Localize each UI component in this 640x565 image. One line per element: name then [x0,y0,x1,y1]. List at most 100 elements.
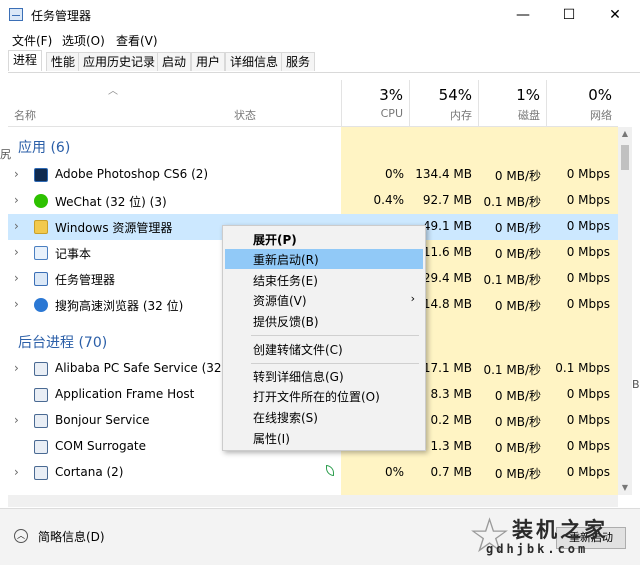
group-apps: 应用 (6) [8,131,618,161]
menu-options[interactable]: 选项(O) [62,32,105,49]
chevron-right-icon[interactable]: › [14,167,19,181]
vertical-scrollbar[interactable]: ▲ ▼ [618,127,632,495]
col-name[interactable]: 名称 [14,107,36,123]
group-background-title: 后台进程 (70) [18,335,108,351]
chevron-up-icon[interactable]: ︿ [14,529,28,543]
process-name: WeChat (32 位) (3) [55,195,167,209]
network-value: 0 Mbps [566,193,610,207]
network-value: 0 Mbps [566,167,610,181]
tab-users[interactable]: 用户 [191,52,226,71]
memory-value: 14.8 MB [422,297,472,311]
memory-value: 134.4 MB [415,167,472,181]
col-memory[interactable]: 54% 内存 [409,80,478,126]
ctx-go-details[interactable]: 转到详细信息(G) [225,366,423,386]
service-icon [34,440,48,454]
task-manager-icon [34,272,48,286]
disk-value: 0 MB/秒 [494,299,541,313]
chevron-right-icon[interactable]: › [14,297,19,311]
chevron-right-icon[interactable]: › [14,219,19,233]
watermark-url: gdhjbk.com [486,542,589,556]
chevron-right-icon[interactable]: › [14,361,19,375]
ctx-feedback[interactable]: 提供反馈(B) [225,311,423,331]
scroll-down-icon[interactable]: ▼ [618,481,632,495]
memory-value: 8.3 MB [430,387,472,401]
memory-value: 11.6 MB [422,245,472,259]
disk-value: 0 MB/秒 [494,415,541,429]
tab-services[interactable]: 服务 [281,52,316,71]
ctx-restart[interactable]: 重新启动(R) [225,249,423,269]
tab-startup[interactable]: 启动 [157,52,192,71]
chevron-right-icon[interactable]: › [14,465,19,479]
title-bar: 任务管理器 — ☐ ✕ [0,0,640,30]
network-value: 0 Mbps [566,271,610,285]
fewer-details-link[interactable]: 简略信息(D) [38,528,105,545]
network-label: 网络 [590,109,612,122]
disk-value: 0.1 MB/秒 [483,363,541,377]
minimize-button[interactable]: — [500,0,546,30]
service-icon [34,388,48,402]
ctx-open-location[interactable]: 打开文件所在的位置(O) [225,386,423,406]
disk-value: 0 MB/秒 [494,221,541,235]
process-name: Windows 资源管理器 [55,221,173,235]
ctx-properties[interactable]: 属性(I) [225,428,423,448]
sort-up-icon: ︿ [108,86,118,97]
tab-strip: 进程 性能 应用历史记录 启动 用户 详细信息 服务 [8,50,640,73]
disk-value: 0 MB/秒 [494,247,541,261]
disk-value: 0 MB/秒 [494,467,541,481]
col-network[interactable]: 0% 网络 [546,80,618,126]
window-title: 任务管理器 [31,9,92,23]
chevron-right-icon[interactable]: › [14,245,19,259]
process-name: Adobe Photoshop CS6 (2) [55,167,209,181]
ctx-end-task[interactable]: 结束任务(E) [225,270,423,290]
chevron-right-icon[interactable]: › [14,271,19,285]
tab-app-history[interactable]: 应用历史记录 [78,52,161,71]
disk-value: 0.1 MB/秒 [483,273,541,287]
process-name: COM Surrogate [55,439,147,453]
disk-label: 磁盘 [518,109,540,122]
close-button[interactable]: ✕ [592,0,638,30]
ctx-create-dump[interactable]: 创建转储文件(C) [225,339,423,359]
column-header: ︿ 名称 状态 3% CPU 54% 内存 1% 磁盘 0% 网络 [8,80,618,127]
process-name: 搜狗高速浏览器 (32 位) [55,299,184,313]
process-name: 记事本 [55,247,92,261]
ctx-resource-values[interactable]: 资源值(V) › [225,290,423,310]
memory-value: 0.2 MB [430,413,472,427]
context-menu: 展开(P) 重新启动(R) 结束任务(E) 资源值(V) › 提供反馈(B) 创建… [222,225,426,451]
network-value: 0.1 Mbps [555,361,610,375]
chevron-right-icon[interactable]: › [14,413,19,427]
col-disk[interactable]: 1% 磁盘 [478,80,546,126]
ctx-separator [251,335,419,336]
table-row[interactable]: › WeChat (32 位) (3) 0.4% 92.7 MB 0.1 MB/… [8,188,618,214]
scroll-up-icon[interactable]: ▲ [618,127,632,141]
process-name: 任务管理器 [55,273,116,287]
maximize-button[interactable]: ☐ [546,0,592,30]
menu-view[interactable]: 查看(V) [116,32,158,49]
ctx-expand[interactable]: 展开(P) [225,229,423,249]
memory-value: 49.1 MB [422,219,472,233]
col-status[interactable]: 状态 [234,107,256,123]
process-name: Cortana (2) [55,465,124,479]
service-icon [34,362,48,376]
photoshop-icon [34,168,48,182]
cpu-value: 0% [384,465,404,479]
scroll-thumb[interactable] [621,145,629,170]
table-row[interactable]: › Cortana (2) 0% 0.7 MB 0 MB/秒 0 Mbps [8,460,618,486]
memory-value: 92.7 MB [422,193,472,207]
tab-performance[interactable]: 性能 [46,52,81,71]
disk-percent: 1% [516,86,540,104]
ctx-search-online[interactable]: 在线搜索(S) [225,407,423,427]
network-value: 0 Mbps [566,413,610,427]
folder-icon [34,220,48,234]
browser-icon [34,298,48,312]
cpu-value: 0% [384,167,404,181]
service-icon [34,466,48,480]
col-cpu[interactable]: 3% CPU [341,80,409,126]
watermark: ☆ 装机之家 gdhjbk.com [468,508,640,565]
chevron-right-icon[interactable]: › [14,193,19,207]
tab-processes[interactable]: 进程 [8,50,43,71]
menu-file[interactable]: 文件(F) [12,32,52,49]
task-manager-window: 任务管理器 — ☐ ✕ 文件(F) 选项(O) 查看(V) 进程 性能 应用历史… [0,0,640,565]
horizontal-scrollbar[interactable] [8,495,618,507]
table-row[interactable]: › Adobe Photoshop CS6 (2) 0% 134.4 MB 0 … [8,162,618,188]
tab-details[interactable]: 详细信息 [225,52,284,71]
